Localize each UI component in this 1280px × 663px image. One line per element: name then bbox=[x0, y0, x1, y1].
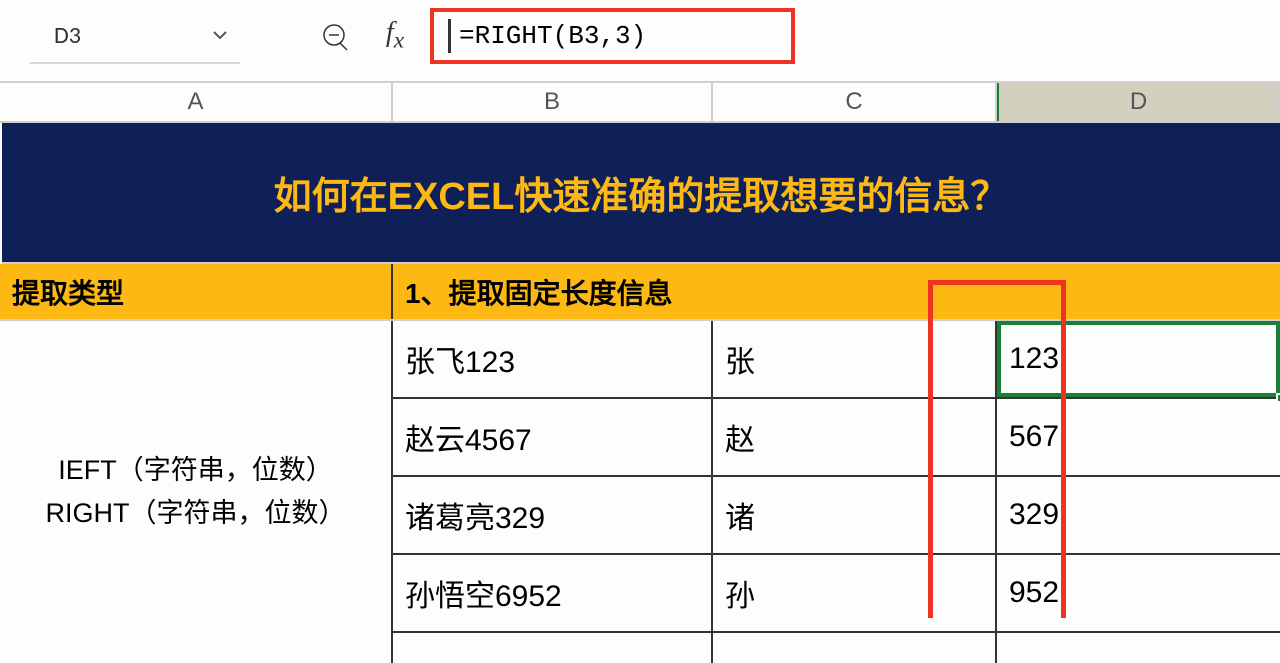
circle-minus-icon[interactable] bbox=[320, 21, 350, 51]
table-row: 赵云4567 赵 567 bbox=[393, 399, 1280, 477]
leftcol-line2: RIGHT（字符串，位数） bbox=[46, 492, 346, 535]
fx-icon[interactable]: fx bbox=[380, 21, 410, 51]
col-header-b[interactable]: B bbox=[393, 83, 713, 121]
table-row: 孙悟空6952 孙 952 bbox=[393, 555, 1280, 633]
cell-c7[interactable] bbox=[713, 633, 997, 663]
cell-d6[interactable]: 952 bbox=[997, 555, 1280, 631]
cell-c4[interactable]: 赵 bbox=[713, 399, 997, 475]
cell-d4[interactable]: 567 bbox=[997, 399, 1280, 475]
fill-handle[interactable] bbox=[1276, 393, 1280, 403]
table-row: 诸葛亮329 诸 329 bbox=[393, 477, 1280, 555]
col-header-c[interactable]: C bbox=[713, 83, 997, 121]
cell-b5[interactable]: 诸葛亮329 bbox=[393, 477, 713, 553]
leftcol-line1: IEFT（字符串，位数） bbox=[58, 449, 333, 492]
table-row bbox=[393, 633, 1280, 663]
cell-c5[interactable]: 诸 bbox=[713, 477, 997, 553]
column-headers: A B C D bbox=[0, 81, 1280, 123]
cell-d3[interactable]: 123 bbox=[997, 321, 1280, 397]
left-merged-cell[interactable]: IEFT（字符串，位数） RIGHT（字符串，位数） bbox=[0, 321, 393, 663]
formula-tools: fx bbox=[320, 21, 410, 51]
data-table: IEFT（字符串，位数） RIGHT（字符串，位数） 张飞123 张 123 赵… bbox=[0, 321, 1280, 663]
col-header-d[interactable]: D bbox=[997, 83, 1280, 121]
section-header-right: 1、提取固定长度信息 bbox=[393, 264, 1280, 319]
cell-c3[interactable]: 张 bbox=[713, 321, 997, 397]
cell-b4[interactable]: 赵云4567 bbox=[393, 399, 713, 475]
cell-b7[interactable] bbox=[393, 633, 713, 663]
name-box[interactable]: D3 bbox=[30, 9, 240, 64]
cell-b3[interactable]: 张飞123 bbox=[393, 321, 713, 397]
text-caret bbox=[448, 19, 451, 53]
formula-text: =RIGHT(B3,3) bbox=[459, 21, 646, 51]
col-header-a[interactable]: A bbox=[0, 83, 393, 121]
chevron-down-icon[interactable] bbox=[210, 25, 230, 45]
cell-b6[interactable]: 孙悟空6952 bbox=[393, 555, 713, 631]
cell-d5[interactable]: 329 bbox=[997, 477, 1280, 553]
data-rows: 张飞123 张 123 赵云4567 赵 567 诸葛亮329 诸 329 孙悟… bbox=[393, 321, 1280, 663]
section-header-left: 提取类型 bbox=[0, 264, 393, 319]
sheet-title: 如何在EXCEL快速准确的提取想要的信息？ bbox=[2, 123, 1280, 264]
table-row: 张飞123 张 123 bbox=[393, 321, 1280, 399]
section-header: 提取类型 1、提取固定长度信息 bbox=[0, 264, 1280, 321]
name-box-text: D3 bbox=[54, 21, 81, 50]
cell-c6[interactable]: 孙 bbox=[713, 555, 997, 631]
formula-input[interactable]: =RIGHT(B3,3) bbox=[430, 8, 795, 64]
formula-bar: D3 fx =RIGHT(B3,3) bbox=[0, 0, 1280, 72]
cell-d7[interactable] bbox=[997, 633, 1280, 663]
